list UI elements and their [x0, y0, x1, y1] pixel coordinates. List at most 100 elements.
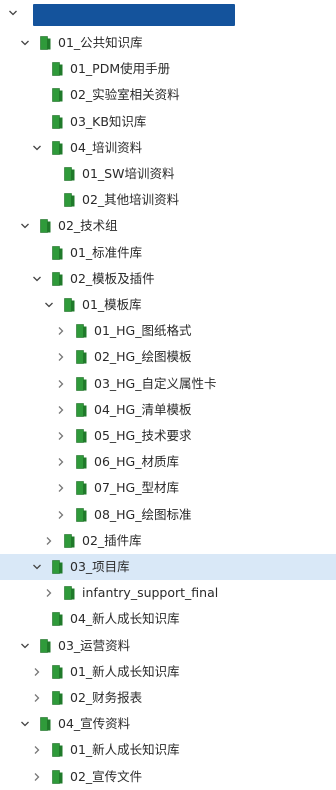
tree-row[interactable]: 04_培训资料: [0, 135, 336, 161]
green-folder-icon: [52, 140, 63, 155]
tree-root-row[interactable]: [0, 0, 336, 26]
tree-row-label: 02_宣传文件: [70, 768, 143, 784]
chevron-down-icon[interactable]: [19, 640, 31, 652]
tree-row-label: infantry_support_final: [82, 585, 219, 601]
chevron-down-icon[interactable]: [7, 7, 19, 19]
tree-row[interactable]: 02_宣传文件: [0, 764, 336, 790]
green-folder-icon: [52, 560, 63, 574]
tree-row-label: 08_HG_绘图标准: [94, 506, 192, 522]
tree-row-label: 04_新人成长知识库: [70, 611, 180, 627]
chevron-right-icon[interactable]: [31, 666, 43, 678]
tree-row[interactable]: 03_KB知识库: [0, 109, 336, 135]
tree-row[interactable]: 08_HG_绘图标准: [0, 502, 336, 528]
tree-row[interactable]: 01_HG_图纸格式: [0, 318, 336, 344]
green-folder-icon: [40, 36, 51, 50]
green-folder-icon: [52, 271, 63, 286]
green-folder-icon: [52, 114, 63, 129]
green-folder-icon: [52, 743, 63, 758]
green-folder-icon: [52, 88, 63, 103]
tree-row[interactable]: 01_标准件库: [0, 240, 336, 266]
tree-row-label: 03_HG_自定义属性卡: [94, 375, 217, 391]
tree-row-label: 02_技术组: [58, 218, 118, 234]
green-folder-icon: [52, 612, 63, 627]
tree-row[interactable]: 04_宣传资料: [0, 711, 336, 737]
green-folder-icon: [76, 429, 87, 443]
tree-row-label: 01_标准件库: [70, 244, 143, 260]
chevron-right-icon[interactable]: [31, 692, 43, 704]
tree-row[interactable]: 05_HG_技术要求: [0, 423, 336, 449]
tree-row[interactable]: 02_其他培训资料: [0, 187, 336, 213]
tree-row[interactable]: 04_新人成长知识库: [0, 606, 336, 632]
chevron-down-icon[interactable]: [31, 273, 43, 285]
tree-row-label: 01_PDM使用手册: [70, 61, 171, 77]
tree-row[interactable]: 03_项目库: [0, 554, 336, 580]
tree-row[interactable]: 02_HG_绘图模板: [0, 344, 336, 370]
chevron-right-icon[interactable]: [55, 351, 67, 363]
green-folder-icon: [52, 691, 63, 705]
tree-row-label: 07_HG_型材库: [94, 480, 179, 496]
green-folder-icon: [52, 769, 63, 784]
tree-row[interactable]: infantry_support_final: [0, 580, 336, 606]
tree-row[interactable]: 01_公共知识库: [0, 30, 336, 56]
chevron-right-icon[interactable]: [31, 771, 43, 783]
green-folder-icon: [40, 638, 51, 653]
chevron-right-icon[interactable]: [55, 482, 67, 494]
chevron-down-icon[interactable]: [43, 299, 55, 311]
chevron-down-icon[interactable]: [31, 142, 43, 154]
tree-row-label: 01_SW培训资料: [82, 166, 175, 181]
tree-row-label: 04_HG_清单模板: [94, 401, 192, 417]
green-folder-icon: [76, 350, 87, 365]
tree-row[interactable]: 02_模板及插件: [0, 266, 336, 292]
tree-row[interactable]: 03_HG_自定义属性卡: [0, 371, 336, 397]
tree-row-label: 03_运营资料: [58, 637, 131, 653]
green-folder-icon: [76, 455, 87, 469]
green-folder-icon: [64, 298, 75, 312]
chevron-right-icon[interactable]: [55, 456, 67, 468]
chevron-down-icon[interactable]: [19, 718, 31, 730]
green-folder-icon: [52, 245, 63, 260]
tree-row[interactable]: 02_财务报表: [0, 685, 336, 711]
tree-row-label: 02_实验室相关资料: [70, 87, 180, 103]
tree-row-label: 01_新人成长知识库: [70, 663, 180, 679]
tree-row-label: 03_KB知识库: [70, 113, 147, 129]
chevron-down-icon[interactable]: [19, 37, 31, 49]
chevron-right-icon[interactable]: [55, 404, 67, 416]
tree-row[interactable]: 04_HG_清单模板: [0, 397, 336, 423]
tree-row[interactable]: 07_HG_型材库: [0, 475, 336, 501]
tree-row[interactable]: 06_HG_材质库: [0, 449, 336, 475]
tree-row-label: 04_培训资料: [70, 139, 143, 155]
tree-row[interactable]: 03_运营资料: [0, 633, 336, 659]
chevron-right-icon[interactable]: [43, 535, 55, 547]
tree-row-label: 02_模板及插件: [70, 270, 155, 286]
tree-row[interactable]: 01_新人成长知识库: [0, 659, 336, 685]
tree-row[interactable]: 01_模板库: [0, 292, 336, 318]
tree-row[interactable]: 01_SW培训资料: [0, 161, 336, 187]
green-folder-icon: [76, 402, 87, 417]
tree-row[interactable]: 02_插件库: [0, 528, 336, 554]
chevron-right-icon[interactable]: [55, 509, 67, 521]
folder-tree: 01_公共知识库 01_PDM使用手册 02_实验室相关资料 03_KB知识库 04_培…: [0, 0, 336, 787]
chevron-right-icon[interactable]: [55, 430, 67, 442]
tree-row[interactable]: 01_PDM使用手册: [0, 56, 336, 82]
tree-row-label: 01_新人成长知识库: [70, 742, 180, 758]
tree-row-label: 06_HG_材质库: [94, 454, 179, 470]
green-folder-icon: [76, 481, 87, 496]
tree-row[interactable]: 02_技术组: [0, 213, 336, 239]
tree-row[interactable]: 02_实验室相关资料: [0, 82, 336, 108]
chevron-down-icon[interactable]: [19, 220, 31, 232]
tree-row-label: 03_项目库: [70, 559, 130, 574]
green-folder-icon: [76, 376, 87, 391]
green-folder-icon: [64, 533, 75, 548]
chevron-right-icon[interactable]: [31, 744, 43, 756]
green-folder-icon: [76, 507, 87, 522]
chevron-down-icon[interactable]: [31, 561, 43, 573]
tree-row-label: 05_HG_技术要求: [94, 428, 192, 443]
tree-row-label: 04_宣传资料: [58, 716, 131, 732]
green-folder-icon: [76, 324, 87, 338]
tree-row-label: 01_HG_图纸格式: [94, 323, 192, 339]
chevron-right-icon[interactable]: [55, 378, 67, 390]
chevron-right-icon[interactable]: [55, 325, 67, 337]
tree-row[interactable]: 01_新人成长知识库: [0, 737, 336, 763]
tree-row-label: 02_财务报表: [70, 690, 143, 705]
chevron-right-icon[interactable]: [43, 587, 55, 599]
